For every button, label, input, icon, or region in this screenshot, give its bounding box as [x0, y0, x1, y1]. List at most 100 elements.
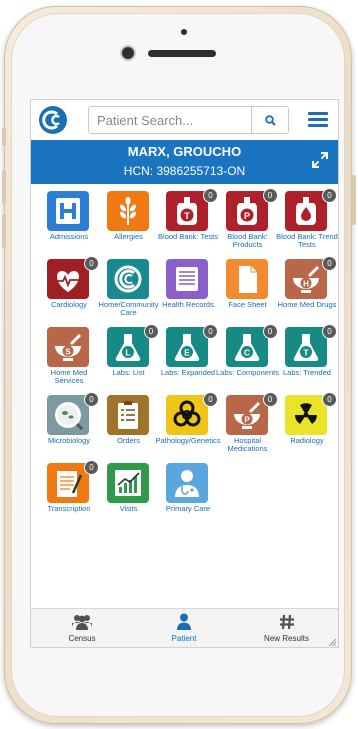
module-tile[interactable]: Primary Care — [158, 463, 218, 529]
module-tile[interactable]: Face Sheet — [218, 259, 278, 325]
app-logo-icon[interactable] — [39, 106, 67, 134]
module-tile[interactable]: T 0 Labs: Trended — [277, 324, 337, 393]
tab-new-results-label: New Results — [264, 634, 309, 643]
count-badge: 0 — [203, 392, 218, 407]
count-badge: 0 — [322, 324, 337, 339]
module-tile[interactable]: H 0 Home Med Drugs — [277, 256, 337, 325]
count-badge: 0 — [203, 188, 218, 203]
community-care-icon — [106, 259, 149, 299]
svg-text:T: T — [184, 211, 190, 221]
module-tile[interactable]: P 0 Blood Bank: Products — [218, 188, 278, 257]
module-tile-label: Home Med Drugs — [277, 300, 337, 309]
svg-text:C: C — [243, 348, 249, 358]
module-tile[interactable]: Allergies — [99, 191, 159, 257]
flask-e-icon: E — [166, 327, 208, 367]
tab-census[interactable]: Census — [31, 609, 133, 647]
mortar-s-icon: S — [47, 327, 89, 367]
chart-icon — [106, 463, 149, 503]
module-tile[interactable]: 0 Blood Bank: Trend Tests — [276, 188, 338, 257]
count-badge: 0 — [203, 324, 218, 339]
svg-text:H: H — [303, 280, 309, 289]
count-badge: 0 — [84, 256, 99, 271]
module-tile-label: Allergies — [114, 232, 143, 241]
module-tile[interactable]: S Home Med Services — [39, 327, 99, 393]
users-icon — [72, 615, 92, 630]
patient-search-input[interactable] — [89, 107, 265, 133]
search-button[interactable] — [251, 107, 288, 133]
module-tile-label: Labs: Components — [216, 368, 279, 377]
module-tile-label: Orders — [117, 436, 140, 445]
count-badge: 0 — [84, 460, 99, 475]
module-tile-label: Blood Bank: Trend Tests — [276, 232, 338, 249]
microscope-icon — [47, 395, 89, 435]
module-tile[interactable]: 0 Radiology — [277, 392, 337, 461]
module-tile[interactable]: 0 Pathology/Genetics — [155, 392, 221, 461]
app-screen: MARX, GROUCHO HCN: 3986255713-ON Admissi… — [30, 99, 339, 648]
tab-patient[interactable]: Patient — [133, 609, 235, 647]
module-tile-label: Home Med Services — [50, 368, 88, 385]
svg-text:T: T — [303, 348, 309, 358]
flask-l-icon: L — [106, 327, 149, 367]
mortar-h-icon: H — [285, 259, 327, 299]
earpiece-speaker — [148, 50, 216, 57]
module-tile[interactable]: P 0 Hospital Medications — [218, 392, 278, 461]
module-tile[interactable]: 0 Cardiology — [39, 256, 99, 325]
module-tile[interactable]: T 0 Blood Bank: Tests — [158, 188, 218, 257]
module-tile-label: Primary Care — [165, 504, 211, 513]
svg-text:L: L — [125, 348, 130, 358]
module-tile[interactable]: 0 Microbiology — [39, 392, 99, 461]
doctor-icon — [166, 463, 208, 503]
module-tile[interactable]: Visits — [99, 463, 159, 529]
user-icon — [177, 613, 191, 630]
mute-switch — [2, 128, 6, 146]
svg-text:P: P — [244, 416, 250, 425]
module-tile-label: Hospital Medications — [227, 436, 268, 453]
module-tile-label: Admissions — [49, 232, 89, 241]
expand-icon[interactable] — [312, 152, 328, 173]
document-icon — [225, 259, 268, 299]
svg-text:S: S — [65, 348, 71, 357]
count-badge: 0 — [322, 392, 337, 407]
module-tile-label: Labs: List — [112, 368, 145, 377]
count-badge: 0 — [322, 188, 337, 203]
hash-icon — [280, 614, 294, 630]
module-tile[interactable]: Orders — [99, 395, 159, 461]
power-button — [352, 175, 356, 225]
proximity-sensor — [181, 29, 187, 35]
module-tile-label: Radiology — [290, 436, 324, 445]
patient-hcn: HCN: 3986255713-ON — [123, 164, 246, 178]
tab-patient-label: Patient — [171, 634, 197, 643]
module-tile-label: Blood Bank: Products — [227, 232, 268, 249]
resize-grip-icon — [328, 638, 336, 646]
hamburger-menu-icon[interactable] — [308, 112, 328, 128]
module-tile[interactable]: Health Records — [158, 259, 218, 325]
module-tile[interactable]: C 0 Labs: Components — [216, 324, 279, 393]
count-badge: 0 — [322, 256, 337, 271]
hospital-h-icon — [47, 191, 89, 231]
wheat-icon — [106, 191, 149, 231]
biohazard-icon — [166, 395, 208, 435]
svg-text:E: E — [184, 348, 190, 358]
module-tile[interactable]: L 0 Labs: List — [99, 324, 159, 393]
svg-text:P: P — [243, 211, 249, 221]
health-records-icon — [166, 259, 208, 299]
module-tile-label: Face Sheet — [228, 300, 267, 309]
module-tile[interactable]: Admissions — [39, 191, 99, 257]
count-badge: 0 — [262, 188, 278, 203]
module-tile-label: Home/Community Care — [98, 300, 159, 317]
radiation-icon — [285, 395, 327, 435]
blood-bag-t-icon: T — [166, 191, 208, 231]
module-tile[interactable]: 0 Transcription — [39, 460, 99, 529]
heart-ecg-icon — [47, 259, 89, 299]
module-tile-label: Labs: Expanded — [160, 368, 216, 377]
count-badge: 0 — [143, 324, 159, 339]
count-badge: 0 — [262, 392, 278, 407]
module-tile-label: Labs: Trended — [283, 368, 331, 377]
clipboard-icon — [106, 395, 149, 435]
volume-down-button — [2, 214, 6, 248]
flask-t-icon: T — [285, 327, 327, 367]
module-tile[interactable]: Home/Community Care — [98, 259, 159, 325]
module-tile[interactable]: E 0 Labs: Expanded — [158, 324, 218, 393]
module-tile-label: Health Records — [162, 300, 214, 309]
tab-new-results[interactable]: New Results — [235, 609, 338, 647]
